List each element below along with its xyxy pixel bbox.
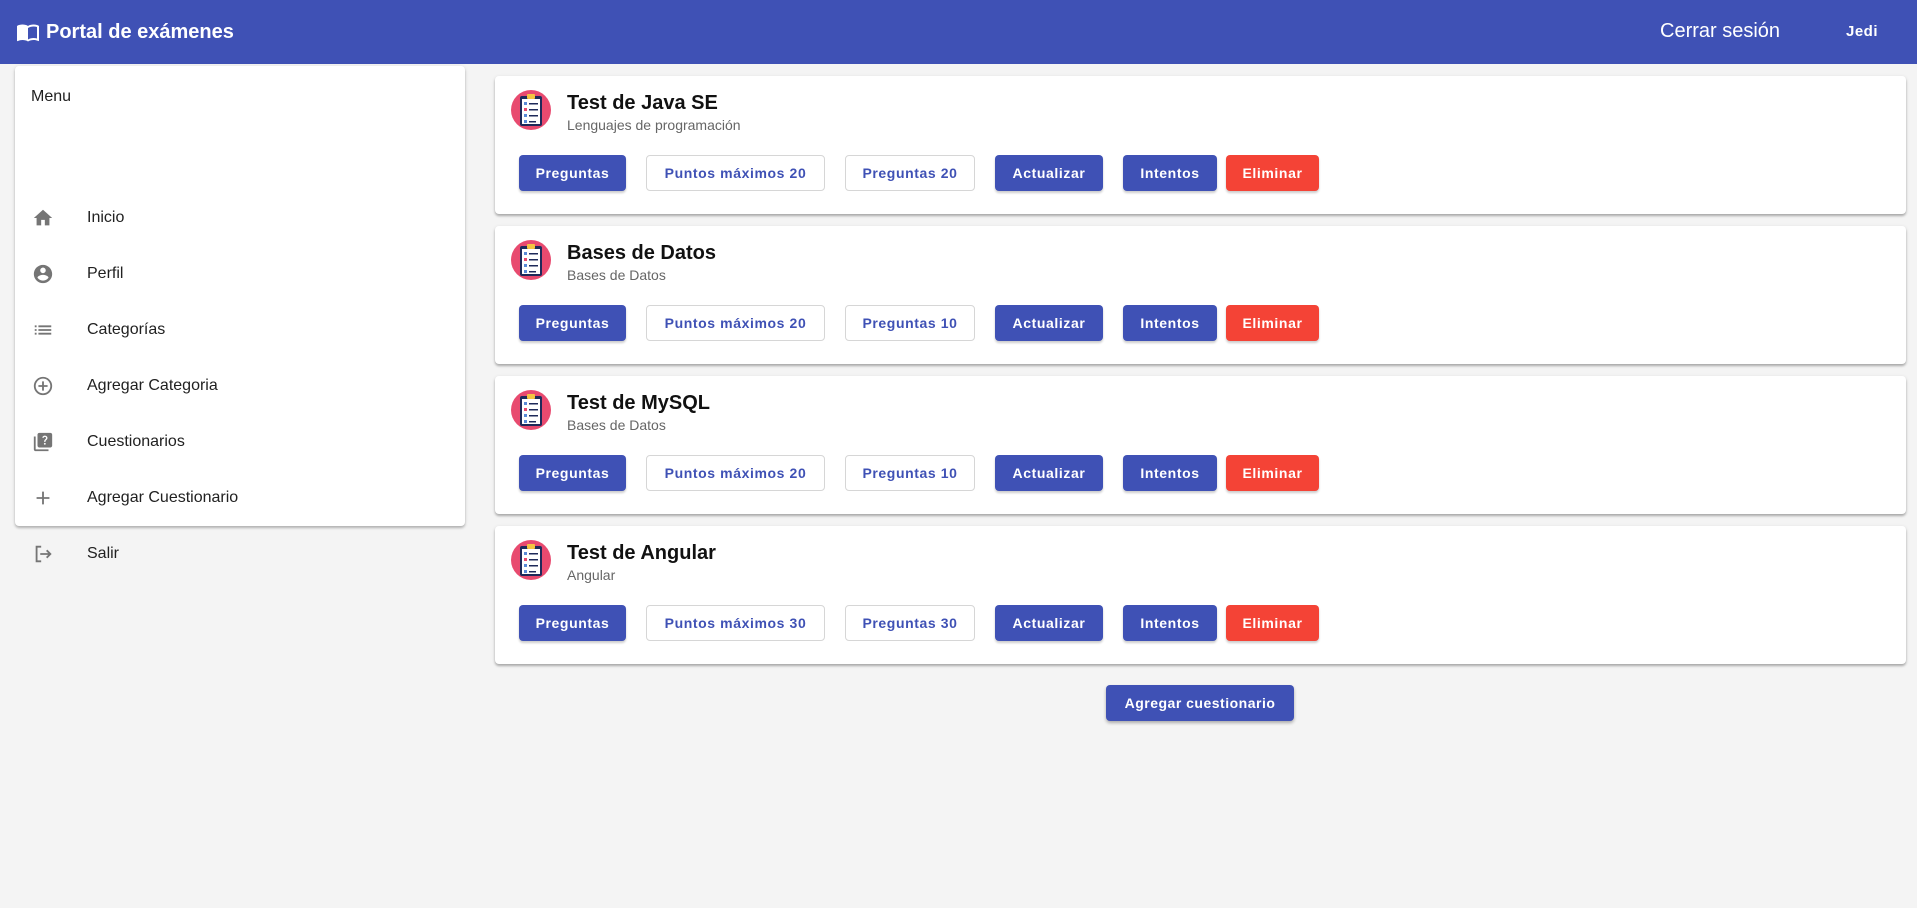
question-count-button[interactable]: Preguntas 10 xyxy=(845,305,975,341)
add-icon xyxy=(31,486,55,510)
sidebar-item-inicio[interactable]: Inicio xyxy=(15,190,465,246)
sidebar-item-label: Inicio xyxy=(87,209,125,226)
sidebar-item-label: Salir xyxy=(87,545,120,562)
max-points-button[interactable]: Puntos máximos 20 xyxy=(646,155,825,191)
delete-button[interactable]: Eliminar xyxy=(1226,155,1319,191)
quiz-card: Test de MySQL Bases de Datos Preguntas P… xyxy=(495,376,1906,514)
quiz-icon xyxy=(31,430,55,454)
question-count-button[interactable]: Preguntas 10 xyxy=(845,455,975,491)
update-button[interactable]: Actualizar xyxy=(995,455,1103,491)
quiz-card: Test de Java SE Lenguajes de programació… xyxy=(495,76,1906,214)
sidebar-item-agregar-cuestionario[interactable]: Agregar Cuestionario xyxy=(15,470,465,526)
add-quiz-button[interactable]: Agregar cuestionario xyxy=(1106,685,1294,721)
logout-button[interactable]: Cerrar sesión xyxy=(1660,20,1780,43)
questions-button[interactable]: Preguntas xyxy=(519,455,626,491)
clipboard-avatar-icon xyxy=(511,240,551,280)
sidebar-item-salir[interactable]: Salir xyxy=(15,526,465,582)
attempts-button[interactable]: Intentos xyxy=(1123,155,1217,191)
max-points-button[interactable]: Puntos máximos 20 xyxy=(646,455,825,491)
sidebar-item-label: Categorías xyxy=(87,321,166,338)
attempts-button[interactable]: Intentos xyxy=(1123,605,1217,641)
sidebar-item-label: Agregar Cuestionario xyxy=(87,489,239,506)
quiz-title: Bases de Datos xyxy=(567,242,716,264)
question-count-button[interactable]: Preguntas 20 xyxy=(845,155,975,191)
questions-button[interactable]: Preguntas xyxy=(519,155,626,191)
quiz-category: Angular xyxy=(567,567,616,583)
attempts-button[interactable]: Intentos xyxy=(1123,305,1217,341)
quiz-card: Test de Angular Angular Preguntas Puntos… xyxy=(495,526,1906,664)
update-button[interactable]: Actualizar xyxy=(995,605,1103,641)
app-title: Portal de exámenes xyxy=(46,20,234,43)
list-icon xyxy=(31,318,55,342)
sidebar-item-categorias[interactable]: Categorías xyxy=(15,302,465,358)
quiz-title: Test de Angular xyxy=(567,542,716,564)
attempts-button[interactable]: Intentos xyxy=(1123,455,1217,491)
quiz-title: Test de MySQL xyxy=(567,392,710,414)
home-icon xyxy=(31,206,55,230)
user-button[interactable]: Jedi xyxy=(1846,23,1878,40)
quiz-category: Bases de Datos xyxy=(567,267,666,283)
sidebar-item-label: Agregar Categoria xyxy=(87,377,218,394)
account-circle-icon xyxy=(31,262,55,286)
add-circle-outline-icon xyxy=(31,374,55,398)
sidebar: Menu Inicio Perfil Categorías Agregar Ca… xyxy=(15,66,465,563)
max-points-button[interactable]: Puntos máximos 20 xyxy=(646,305,825,341)
quiz-card: Bases de Datos Bases de Datos Preguntas … xyxy=(495,226,1906,364)
delete-button[interactable]: Eliminar xyxy=(1226,455,1319,491)
sidebar-item-label: Cuestionarios xyxy=(87,433,185,450)
delete-button[interactable]: Eliminar xyxy=(1226,605,1319,641)
update-button[interactable]: Actualizar xyxy=(995,155,1103,191)
sidebar-item-perfil[interactable]: Perfil xyxy=(15,246,465,302)
update-button[interactable]: Actualizar xyxy=(995,305,1103,341)
questions-button[interactable]: Preguntas xyxy=(519,305,626,341)
clipboard-avatar-icon xyxy=(511,540,551,580)
menu-title: Menu xyxy=(31,88,72,105)
clipboard-avatar-icon xyxy=(511,390,551,430)
questions-button[interactable]: Preguntas xyxy=(519,605,626,641)
quiz-title: Test de Java SE xyxy=(567,92,718,114)
sidebar-item-cuestionarios[interactable]: Cuestionarios xyxy=(15,414,465,470)
logout-icon xyxy=(31,542,55,566)
delete-button[interactable]: Eliminar xyxy=(1226,305,1319,341)
sidebar-item-label: Perfil xyxy=(87,265,124,282)
top-toolbar: Portal de exámenes Cerrar sesión Jedi xyxy=(0,0,1917,64)
question-count-button[interactable]: Preguntas 30 xyxy=(845,605,975,641)
sidebar-item-agregar-categoria[interactable]: Agregar Categoria xyxy=(15,358,465,414)
book-icon xyxy=(17,24,39,42)
quiz-category: Lenguajes de programación xyxy=(567,117,741,133)
max-points-button[interactable]: Puntos máximos 30 xyxy=(646,605,825,641)
clipboard-avatar-icon xyxy=(511,90,551,130)
quiz-category: Bases de Datos xyxy=(567,417,666,433)
brand: Portal de exámenes xyxy=(16,20,234,44)
